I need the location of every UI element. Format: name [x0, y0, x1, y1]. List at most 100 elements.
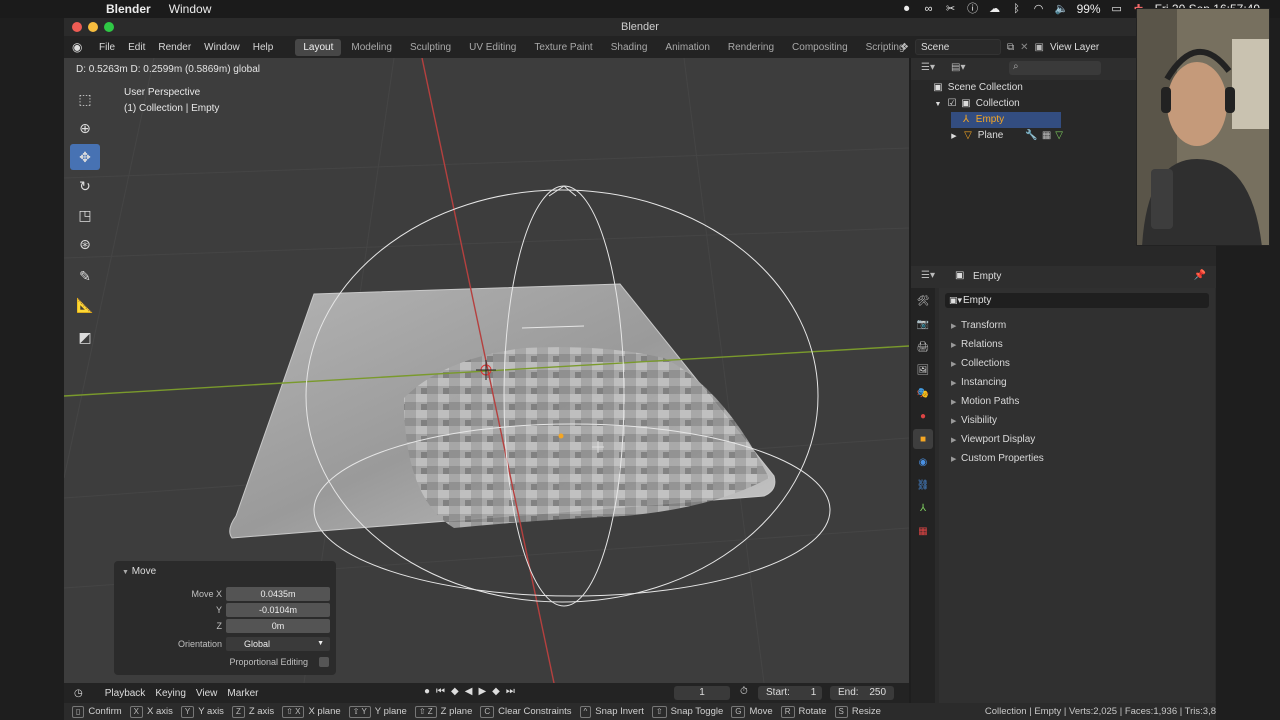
section-visibility[interactable]: ▶ Visibility: [951, 415, 997, 426]
menu-keying[interactable]: Keying: [155, 688, 186, 699]
tab-texture-paint[interactable]: Texture Paint: [526, 39, 600, 56]
tab-layout[interactable]: Layout: [295, 38, 342, 56]
move-z-field[interactable]: 0m: [226, 619, 330, 633]
tools-icon[interactable]: ✂: [945, 3, 957, 15]
info-icon[interactable]: ⓘ: [967, 3, 979, 15]
end-frame-field[interactable]: End: 250: [830, 686, 894, 700]
section-instancing[interactable]: ▶ Instancing: [951, 377, 1007, 388]
tab-compositing[interactable]: Compositing: [784, 39, 856, 56]
outliner-item-empty[interactable]: ⅄ Empty: [951, 112, 1061, 128]
battery-icon[interactable]: ▭: [1111, 3, 1123, 15]
object-origin[interactable]: [558, 433, 564, 439]
move-x-field[interactable]: 0.0435m: [226, 587, 330, 601]
mac-app-name[interactable]: Blender: [106, 2, 151, 16]
tab-uv-editing[interactable]: UV Editing: [461, 39, 524, 56]
proportional-checkbox[interactable]: [319, 657, 329, 667]
annotate-tool[interactable]: ✎: [70, 263, 100, 289]
jump-end-button[interactable]: ⏭: [506, 686, 515, 697]
section-motion-paths[interactable]: ▶ Motion Paths: [951, 396, 1019, 407]
tab-texture[interactable]: ▦: [913, 521, 933, 541]
section-collections[interactable]: ▶ Collections: [951, 358, 1010, 369]
wifi-icon[interactable]: ◠: [1033, 3, 1045, 15]
menu-window[interactable]: Window: [204, 42, 240, 53]
volume-icon[interactable]: 🔈: [1055, 3, 1069, 15]
blender-logo-icon[interactable]: ◉: [72, 40, 86, 54]
menu-playback[interactable]: Playback: [105, 688, 146, 699]
view-layer-icon[interactable]: ▣: [1035, 42, 1044, 53]
battery-percent[interactable]: 99%: [1077, 2, 1101, 16]
tab-modeling[interactable]: Modeling: [343, 39, 400, 56]
section-custom-properties[interactable]: ▶ Custom Properties: [951, 453, 1044, 464]
move-y-field[interactable]: -0.0104m: [226, 603, 330, 617]
menu-edit[interactable]: Edit: [128, 42, 145, 53]
stopwatch-icon[interactable]: ⏱: [740, 686, 748, 697]
expand-right-icon[interactable]: ▶: [947, 129, 961, 145]
scene-field[interactable]: Scene: [914, 39, 1001, 55]
bluetooth-icon[interactable]: ᛒ: [1011, 3, 1023, 15]
outliner-search-input[interactable]: ⌕: [1009, 61, 1101, 75]
tab-scene[interactable]: 🎭: [913, 383, 933, 403]
menu-marker[interactable]: Marker: [227, 688, 258, 699]
tab-physics[interactable]: ◉: [913, 452, 933, 472]
prev-keyframe-button[interactable]: ◆: [451, 686, 459, 697]
tab-rendering[interactable]: Rendering: [720, 39, 782, 56]
tab-sculpting[interactable]: Sculpting: [402, 39, 459, 56]
checkbox-checked-icon[interactable]: ☑: [945, 96, 959, 112]
add-cube-tool[interactable]: ◩: [70, 324, 100, 350]
properties-editor-icon[interactable]: ☰▾: [921, 270, 935, 281]
tab-render[interactable]: 📷: [913, 314, 933, 334]
move-panel-title[interactable]: ▼ Move: [122, 566, 156, 577]
close-window-button[interactable]: [72, 22, 82, 32]
tab-tool[interactable]: 🛠: [913, 291, 933, 311]
section-relations[interactable]: ▶ Relations: [951, 339, 1003, 350]
editor-type-icon[interactable]: ◷: [74, 688, 83, 699]
3d-viewport[interactable]: D: 0.5263m D: 0.2599m (0.5869m) global U…: [64, 58, 909, 683]
expand-down-icon[interactable]: ▼: [931, 97, 945, 113]
tab-object-data[interactable]: ⅄: [913, 498, 933, 518]
menu-render[interactable]: Render: [158, 42, 191, 53]
play-reverse-button[interactable]: ◀: [465, 686, 473, 697]
next-keyframe-button[interactable]: ◆: [492, 686, 500, 697]
record-keyframe-button[interactable]: ●: [424, 686, 430, 697]
scene-remove-icon[interactable]: ✕: [1020, 42, 1028, 53]
tab-shading[interactable]: Shading: [603, 39, 656, 56]
scene-icon[interactable]: ❖: [900, 42, 909, 53]
mac-menu-window[interactable]: Window: [169, 2, 212, 16]
tab-view-layer[interactable]: 🖼: [913, 360, 933, 380]
jump-start-button[interactable]: ⏮: [436, 686, 445, 697]
move-operator-panel[interactable]: ▼ Move Move X 0.0435m Y -0.0104m Z 0m Or…: [114, 561, 336, 675]
mesh-data-icon[interactable]: ▽: [1055, 130, 1063, 141]
creative-cloud-icon[interactable]: ∞: [923, 3, 935, 15]
tab-object[interactable]: ■: [913, 429, 933, 449]
modifier-wrench-icon[interactable]: 🔧: [1025, 130, 1037, 141]
rotate-tool[interactable]: ↻: [70, 173, 100, 199]
transform-tool[interactable]: ⊛: [70, 231, 100, 257]
section-transform[interactable]: ▶ Transform: [951, 320, 1006, 331]
scale-tool[interactable]: ◳: [70, 202, 100, 228]
orientation-dropdown[interactable]: Global ▼: [226, 637, 330, 651]
pin-icon[interactable]: 📌: [1194, 270, 1206, 281]
minimize-window-button[interactable]: [88, 22, 98, 32]
measure-tool[interactable]: 📐: [70, 292, 100, 318]
view-layer-field[interactable]: View Layer: [1050, 42, 1099, 53]
record-icon[interactable]: ⏺: [901, 3, 913, 15]
move-tool[interactable]: ✥: [70, 144, 100, 170]
menu-view[interactable]: View: [196, 688, 218, 699]
tab-animation[interactable]: Animation: [657, 39, 717, 56]
menu-file[interactable]: File: [99, 42, 115, 53]
current-frame-field[interactable]: 1: [674, 686, 730, 700]
outliner-editor-icon[interactable]: ☰▾: [921, 62, 935, 73]
zoom-window-button[interactable]: [104, 22, 114, 32]
select-box-tool[interactable]: ⬚: [70, 86, 100, 112]
play-button[interactable]: ▶: [478, 686, 486, 697]
properties-editor[interactable]: ☰▾ ▣ Empty 📌 🛠 📷 🖨 🖼 🎭 ● ■ ◉ ⛓ ⅄ ▦ ▣▾ Emp…: [911, 266, 1216, 703]
tab-constraints[interactable]: ⛓: [913, 475, 933, 495]
start-frame-field[interactable]: Start: 1: [758, 686, 822, 700]
tab-world[interactable]: ●: [913, 406, 933, 426]
cursor-tool[interactable]: ⊕: [70, 115, 100, 141]
tab-output[interactable]: 🖨: [913, 337, 933, 357]
displace-modifier-icon[interactable]: ▦: [1042, 130, 1051, 141]
object-name-field[interactable]: ▣▾ Empty: [945, 293, 1209, 308]
scene-copy-icon[interactable]: ⧉: [1007, 42, 1014, 53]
menu-help[interactable]: Help: [253, 42, 274, 53]
